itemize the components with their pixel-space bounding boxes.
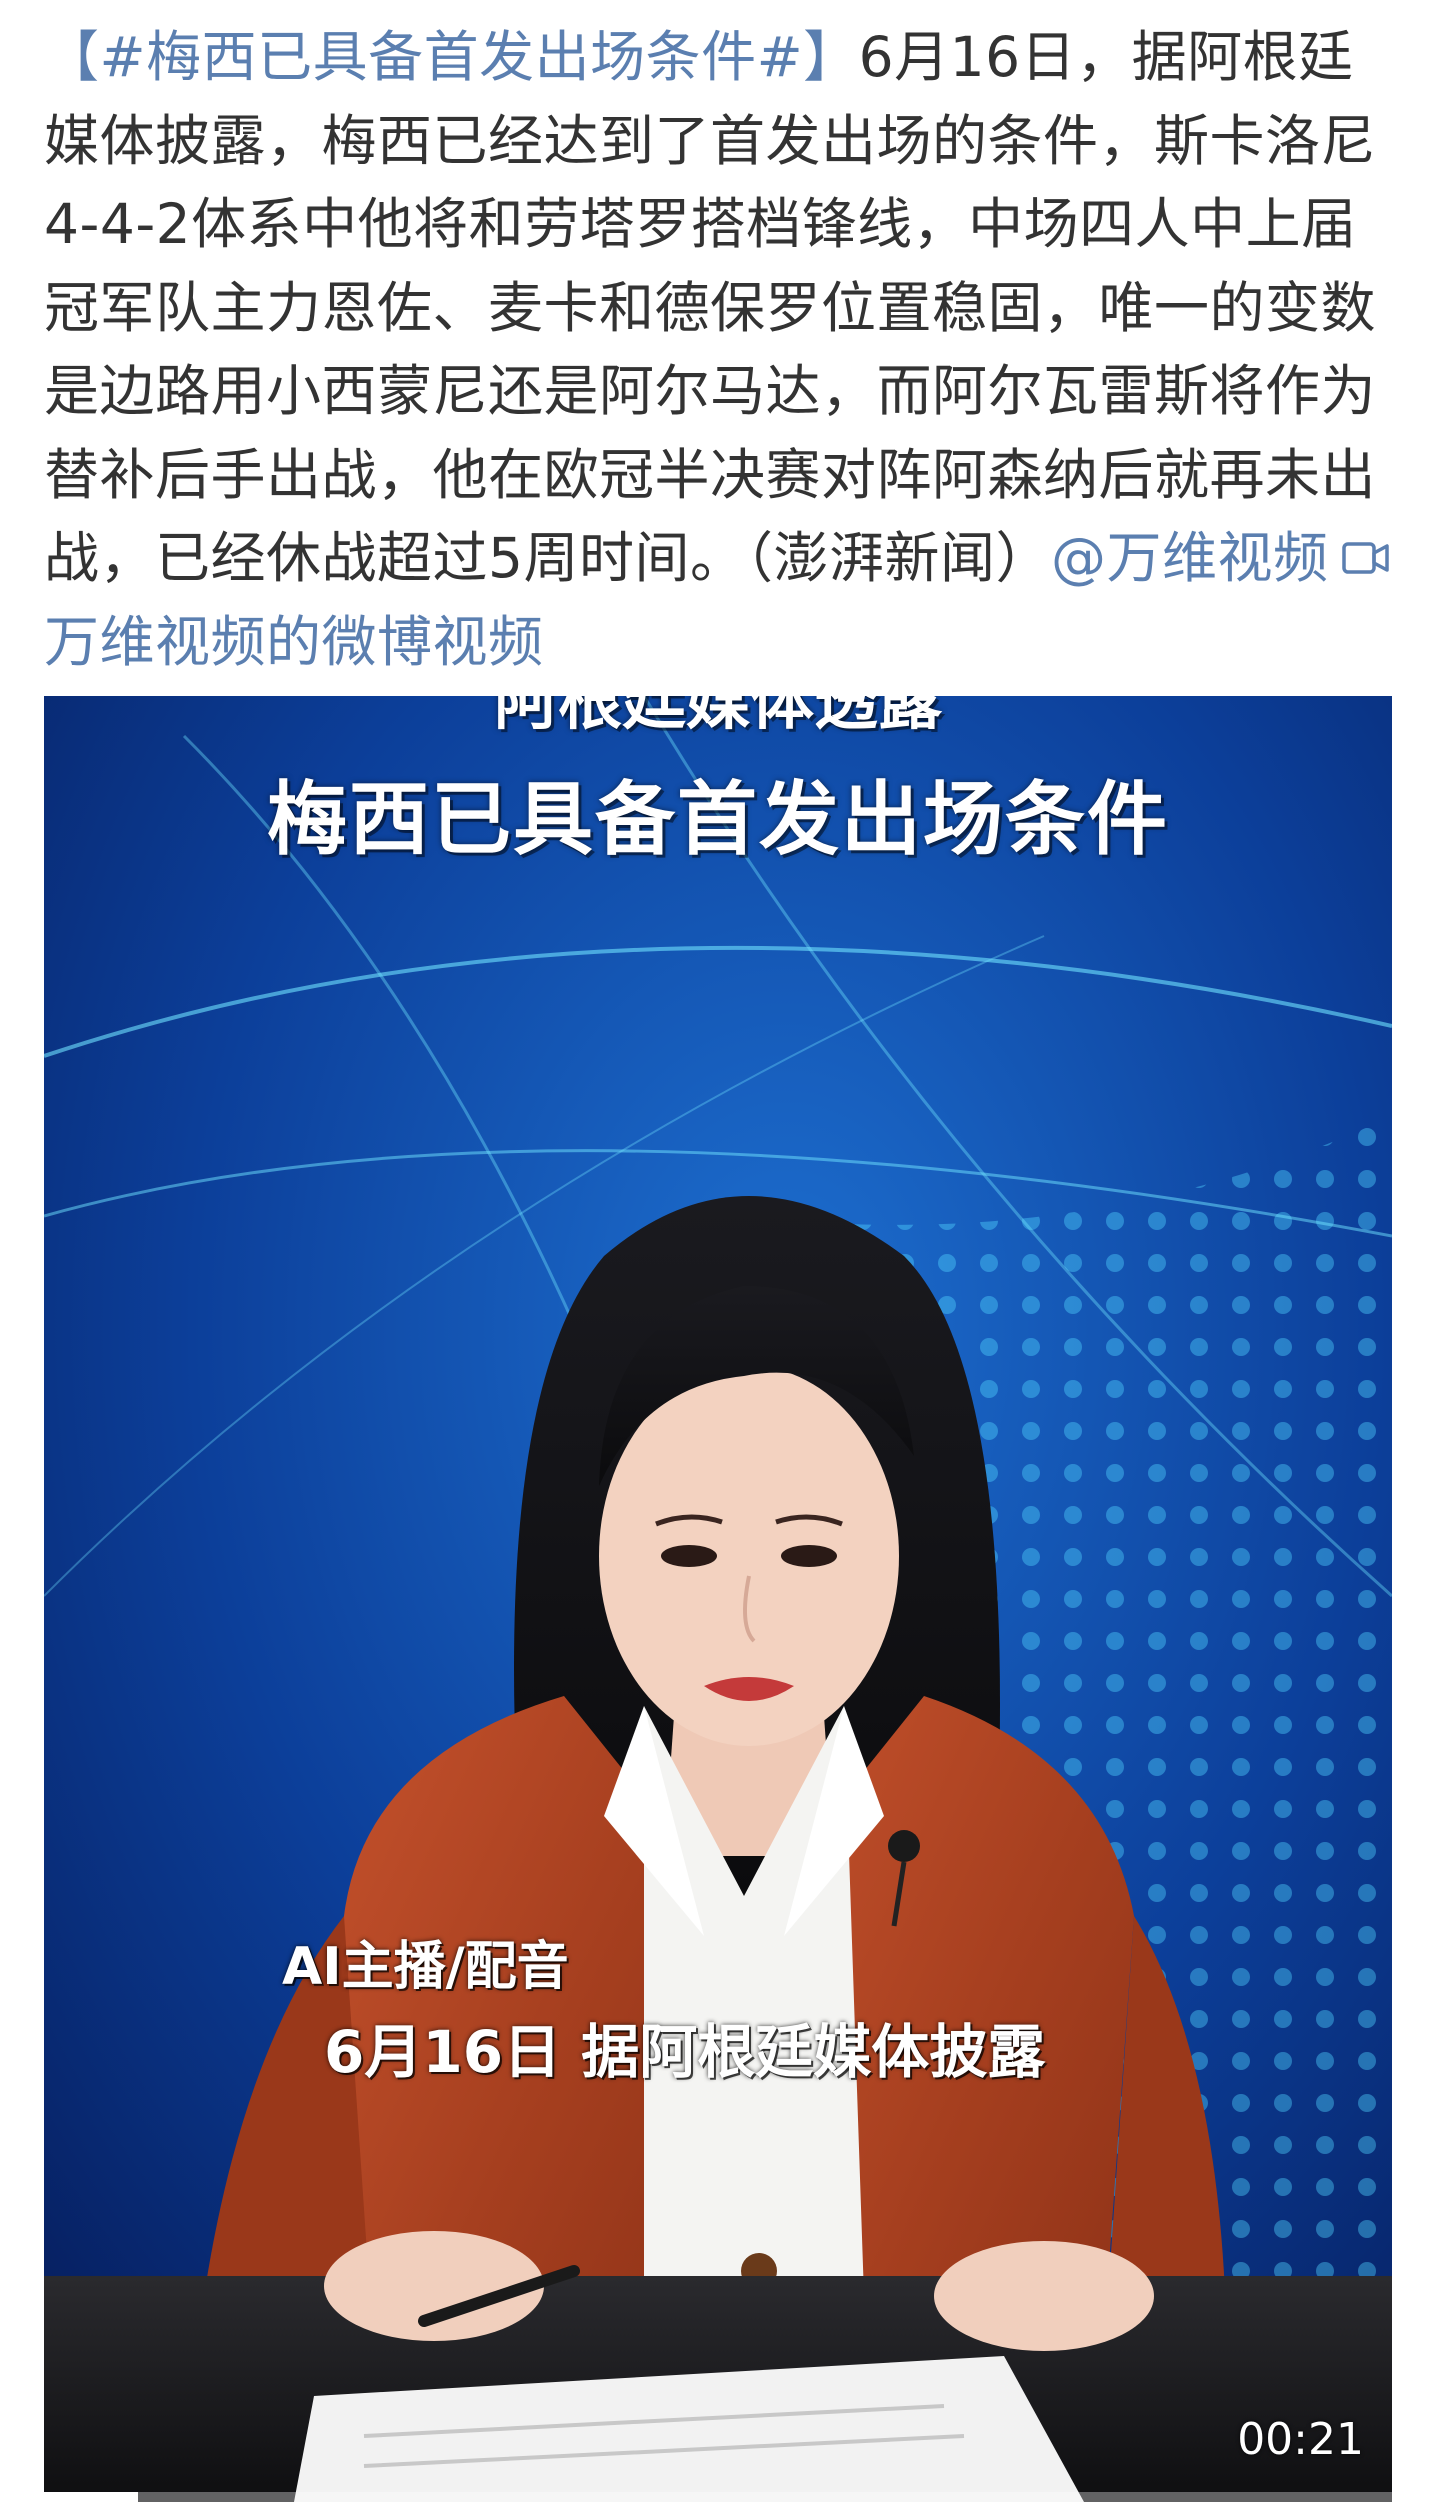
ai-anchor-caption: AI主播/配音 <box>282 1937 569 1997</box>
video-camera-icon[interactable] <box>1341 539 1391 577</box>
post-body: 6月16日，据阿根廷媒体披露，梅西已经达到了首发出场的条件，斯卡洛尼4-4-2体… <box>44 25 1377 590</box>
video-frame <box>44 696 1392 2502</box>
video-timestamp: 00:21 <box>1237 2414 1364 2465</box>
video-progress-fill <box>44 2492 139 2502</box>
video-subtitle: 6月16日 据阿根廷媒体披露 <box>324 2018 1046 2086</box>
video-headline-top: 阿根廷媒体透露 <box>494 696 942 739</box>
hashtag-link[interactable]: 【#梅西已具备首发出场条件#】 <box>44 25 859 89</box>
video-progress-track[interactable] <box>44 2492 1392 2502</box>
video-headline: 梅西已具备首发出场条件 <box>267 773 1169 866</box>
mention-link[interactable]: @万维视频 <box>1051 526 1329 590</box>
post-text: 【#梅西已具备首发出场条件#】6月16日，据阿根廷媒体披露，梅西已经达到了首发出… <box>44 16 1396 684</box>
video-source-link[interactable]: 万维视频的微博视频 <box>44 610 544 674</box>
video-player[interactable]: 阿根廷媒体透露 梅西已具备首发出场条件 AI主播/配音 6月16日 据阿根廷媒体… <box>44 696 1392 2502</box>
